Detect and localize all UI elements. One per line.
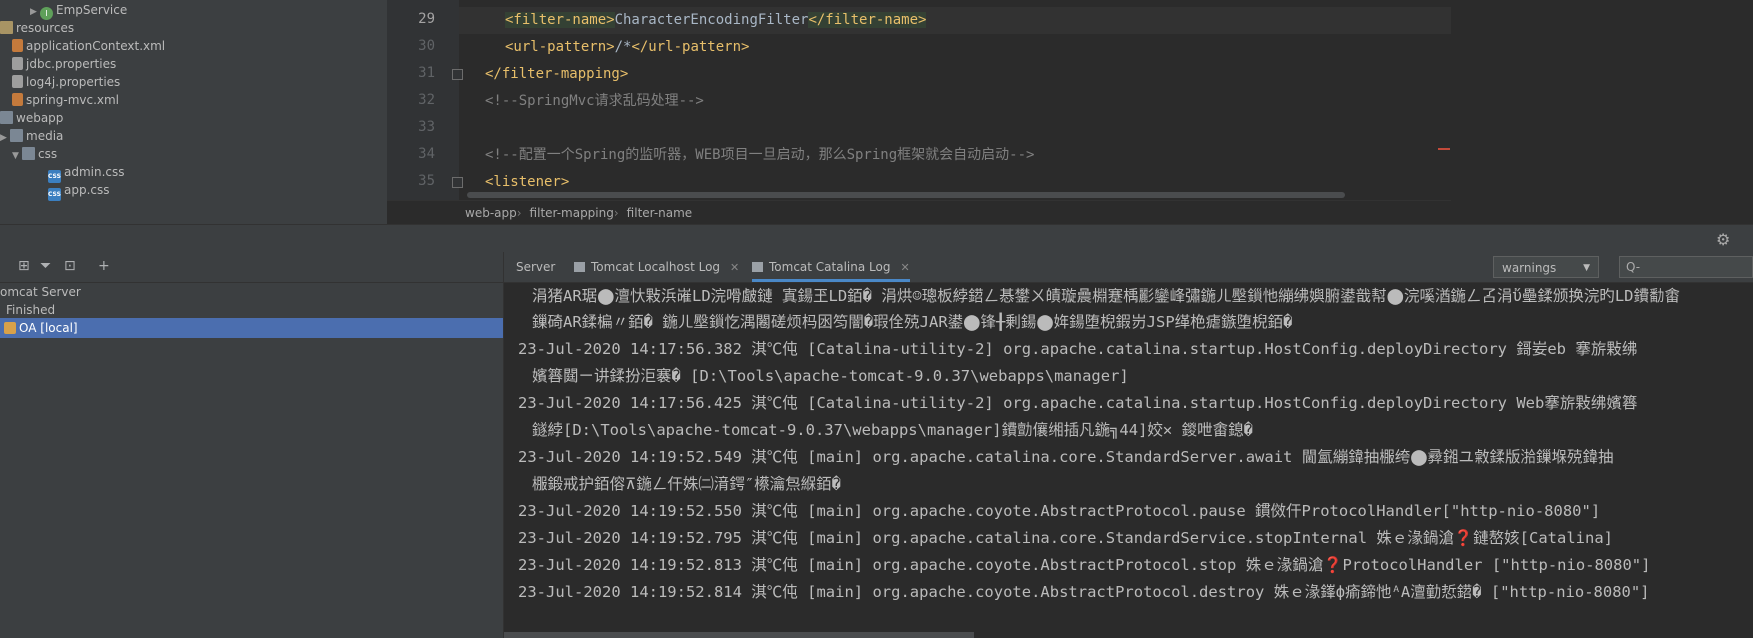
- add-service-icon[interactable]: +: [98, 258, 110, 274]
- tree-item-app-css[interactable]: CSS app.css: [48, 180, 110, 201]
- console-icon: [574, 262, 585, 272]
- line-number: 29: [418, 11, 435, 27]
- line-number: 34: [418, 146, 435, 162]
- xml-file-icon: [12, 93, 23, 106]
- code-line: <url-pattern>/*</url-pattern>: [505, 39, 750, 55]
- log-output[interactable]: 涓猪AR琚⬤澶忕敤浜嶉LD浣嗗皻鏈 寘鍚玊LD銆� 涓烘☺璁板綍鍣ㄥ惎鐢ㄨ皟璇曟…: [504, 283, 1753, 638]
- line-number: 32: [418, 92, 435, 108]
- error-stripe-marker[interactable]: [1438, 148, 1450, 150]
- tree-item-resources[interactable]: resources: [0, 18, 74, 38]
- tree-item-webapp[interactable]: webapp: [0, 108, 63, 128]
- log-line: 棴鍛戒护銆傛⊼鍦ㄥ仠姝㈡湇鍔″櫒瀹炰緥銆�: [532, 475, 842, 493]
- log-line: 23-Jul-2020 14:19:52.813 淇℃伅 [main] org.…: [518, 556, 1651, 574]
- gear-icon[interactable]: ⚙: [1716, 230, 1730, 249]
- services-tree-item-finished[interactable]: Finished: [0, 300, 503, 320]
- code-line: <filter-name>CharacterEncodingFilter</fi…: [505, 12, 927, 28]
- filter-icon[interactable]: ⏷: [40, 258, 51, 274]
- code-line: </filter-mapping>: [485, 66, 629, 82]
- tree-item-admin-css[interactable]: CSS admin.css: [48, 162, 125, 183]
- group-by-icon[interactable]: ⊞: [18, 258, 30, 274]
- log-line: 涓猪AR琚⬤澶忕敤浜嶉LD浣嗗皻鏈 寘鍚玊LD銆� 涓烘☺璁板綍鍣ㄥ惎鐢ㄨ皟璇曟…: [532, 287, 1681, 305]
- folder-icon: [0, 21, 13, 34]
- fold-marker-icon[interactable]: [452, 69, 463, 80]
- breadcrumb-item[interactable]: web-app: [465, 206, 517, 220]
- tree-item-jdbc-properties[interactable]: jdbc.properties: [12, 54, 116, 74]
- chevron-right-icon: ›: [516, 206, 522, 220]
- services-toolbar: ⊞ ⏷ ⊡ +: [0, 252, 503, 283]
- log-line: 鏁碕AR鍒楄〃銆� 鍦ㄦ壂鎻忔湡闂磋烦杩囦笉闇�瑕佺殑JAR鍙⬤锋╂剰鍚⬤姩鍚堕…: [532, 313, 1293, 331]
- console-icon: [752, 262, 763, 272]
- services-tree-item-oa-local[interactable]: OA [local]: [0, 318, 503, 338]
- log-search-input[interactable]: Q-: [1619, 256, 1753, 278]
- tab-server[interactable]: Server: [516, 252, 555, 282]
- new-tab-icon[interactable]: ⊡: [64, 258, 76, 274]
- tree-item-log4j-properties[interactable]: log4j.properties: [12, 72, 120, 92]
- horizontal-scrollbar[interactable]: [467, 192, 1345, 198]
- breadcrumb-item[interactable]: filter-mapping: [530, 206, 614, 220]
- line-number: 33: [418, 119, 435, 135]
- tree-item-spring-mvc[interactable]: spring-mvc.xml: [12, 90, 119, 110]
- services-tree-panel: ⊞ ⏷ ⊡ + omcat Server Finished OA [local]: [0, 252, 504, 638]
- properties-file-icon: [12, 57, 23, 70]
- folder-icon: [0, 111, 13, 124]
- log-line: 23-Jul-2020 14:19:52.549 淇℃伅 [main] org.…: [518, 448, 1614, 466]
- log-line: 嬪簭閮ㄧ讲鍒扮洰褰� [D:\Tools\apache-tomcat-9.0.3…: [532, 367, 1129, 385]
- code-line: <!--配置一个Spring的监听器，WEB项目一旦启动，那么Spring框架就…: [485, 147, 1035, 163]
- log-line: 鐩綍[D:\Tools\apache-tomcat-9.0.37\webapps…: [532, 421, 1253, 439]
- log-line: 23-Jul-2020 14:17:56.382 淇℃伅 [Catalina-u…: [518, 340, 1638, 358]
- folder-icon: [22, 147, 35, 160]
- tomcat-server-icon: [4, 322, 16, 334]
- log-level-select[interactable]: warnings ▼: [1493, 256, 1599, 278]
- css-file-icon: CSS: [48, 188, 61, 201]
- editor-right-margin: [1451, 0, 1753, 224]
- tab-tomcat-localhost-log[interactable]: Tomcat Localhost Log ✕: [574, 252, 739, 282]
- line-number: 31: [418, 65, 435, 81]
- tree-item-media[interactable]: ▶ media: [0, 126, 63, 146]
- line-number: 35: [418, 173, 435, 189]
- code-line: <!--SpringMvc请求乱码处理-->: [485, 93, 704, 109]
- services-tool-window-header: [0, 224, 1753, 253]
- expand-arrow-icon[interactable]: ▶: [0, 128, 10, 148]
- log-line: 23-Jul-2020 14:17:56.425 淇℃伅 [Catalina-u…: [518, 394, 1638, 412]
- services-tree-item-tomcat-server[interactable]: omcat Server: [0, 282, 503, 302]
- fold-marker-icon[interactable]: [452, 177, 463, 188]
- xml-file-icon: [12, 39, 23, 52]
- line-number: 30: [418, 38, 435, 54]
- tree-item-css[interactable]: ▼ css: [12, 144, 57, 164]
- properties-file-icon: [12, 75, 23, 88]
- breadcrumb: web-app› filter-mapping› filter-name: [387, 200, 1451, 225]
- close-icon[interactable]: ✕: [900, 261, 909, 274]
- log-line: 23-Jul-2020 14:19:52.814 淇℃伅 [main] org.…: [518, 583, 1650, 601]
- chevron-down-icon: ▼: [1583, 263, 1590, 273]
- log-line: 23-Jul-2020 14:19:52.795 淇℃伅 [main] org.…: [518, 529, 1613, 547]
- project-tree: ▶ I EmpService resources applicationContex…: [0, 0, 387, 224]
- breadcrumb-item[interactable]: filter-name: [627, 206, 693, 220]
- folder-icon: [10, 129, 23, 142]
- horizontal-scrollbar[interactable]: [504, 632, 974, 638]
- chevron-right-icon: ›: [613, 206, 619, 220]
- tab-tomcat-catalina-log[interactable]: Tomcat Catalina Log ✕: [752, 252, 910, 282]
- tree-item-applicationcontext[interactable]: applicationContext.xml: [12, 36, 165, 56]
- log-line: 23-Jul-2020 14:19:52.550 淇℃伅 [main] org.…: [518, 502, 1601, 520]
- close-icon[interactable]: ✕: [730, 261, 739, 274]
- tree-item-empservice[interactable]: ▶ I EmpService: [30, 0, 127, 20]
- code-editor[interactable]: 29 30 31 32 33 34 35 <filter-name>Charac…: [387, 0, 1451, 225]
- collapse-arrow-icon[interactable]: ▼: [12, 146, 22, 166]
